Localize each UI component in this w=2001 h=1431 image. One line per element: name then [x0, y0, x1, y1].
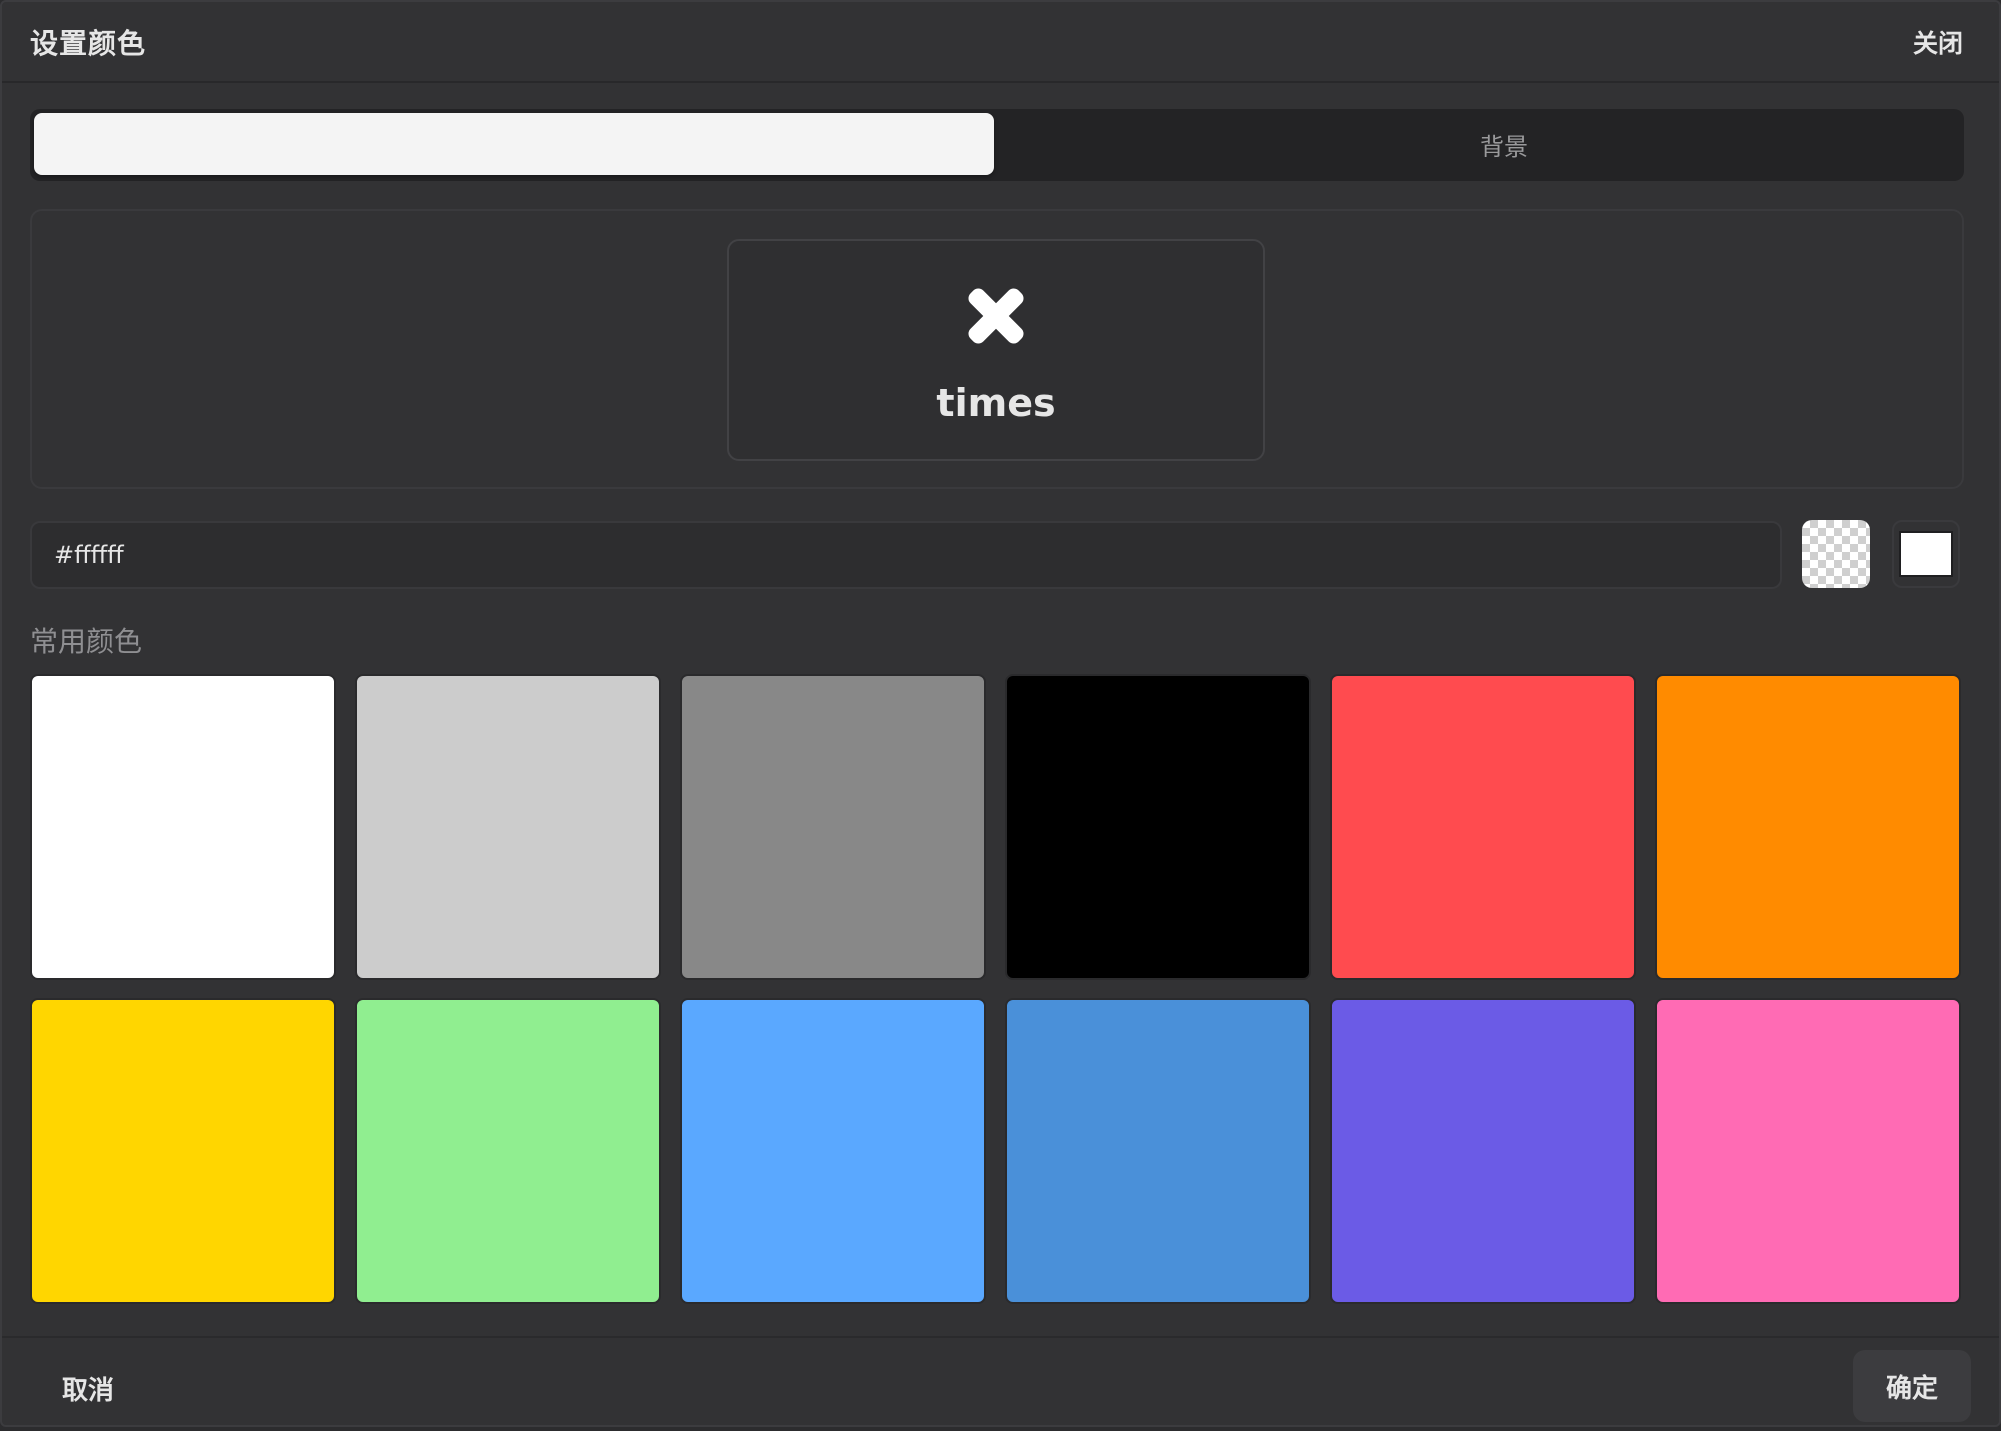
confirm-button[interactable]: 确定 [1853, 1350, 1971, 1422]
tab-background[interactable]: 背景 [1024, 113, 1984, 175]
color-swatch[interactable] [355, 674, 661, 980]
hex-color-input[interactable] [30, 521, 1782, 589]
close-button[interactable]: 关闭 [1913, 24, 1963, 60]
color-swatch[interactable] [1330, 998, 1636, 1304]
color-swatch[interactable] [1330, 674, 1636, 980]
color-swatch[interactable] [355, 998, 661, 1304]
color-swatch[interactable] [30, 674, 336, 980]
current-color-swatch[interactable] [1892, 520, 1960, 588]
color-swatch[interactable] [30, 998, 336, 1304]
color-swatch[interactable] [1655, 674, 1961, 980]
times-icon [968, 288, 1024, 344]
color-swatch[interactable] [1005, 998, 1311, 1304]
color-target-tabs: 文字/图标 背景 [30, 109, 1964, 181]
preview-card: times [727, 239, 1265, 461]
dialog-footer: 取消 确定 [2, 1336, 1999, 1431]
set-color-dialog: 设置颜色 关闭 文字/图标 背景 times 常用颜色 取消 确定 [0, 0, 2001, 1427]
dialog-header: 设置颜色 关闭 [2, 2, 1999, 83]
common-colors-label: 常用颜色 [30, 625, 143, 658]
color-swatch[interactable] [680, 674, 986, 980]
color-swatch[interactable] [1655, 998, 1961, 1304]
color-swatch[interactable] [1005, 674, 1311, 980]
dialog-title: 设置颜色 [30, 27, 147, 60]
color-swatch[interactable] [680, 998, 986, 1304]
transparent-color-button[interactable] [1802, 520, 1870, 588]
cancel-button[interactable]: 取消 [62, 1370, 114, 1407]
tab-text-icon[interactable]: 文字/图标 [34, 113, 994, 175]
common-colors-grid [30, 674, 1964, 1304]
preview-icon-name: times [936, 381, 1056, 425]
current-color-preview [1899, 531, 1953, 577]
